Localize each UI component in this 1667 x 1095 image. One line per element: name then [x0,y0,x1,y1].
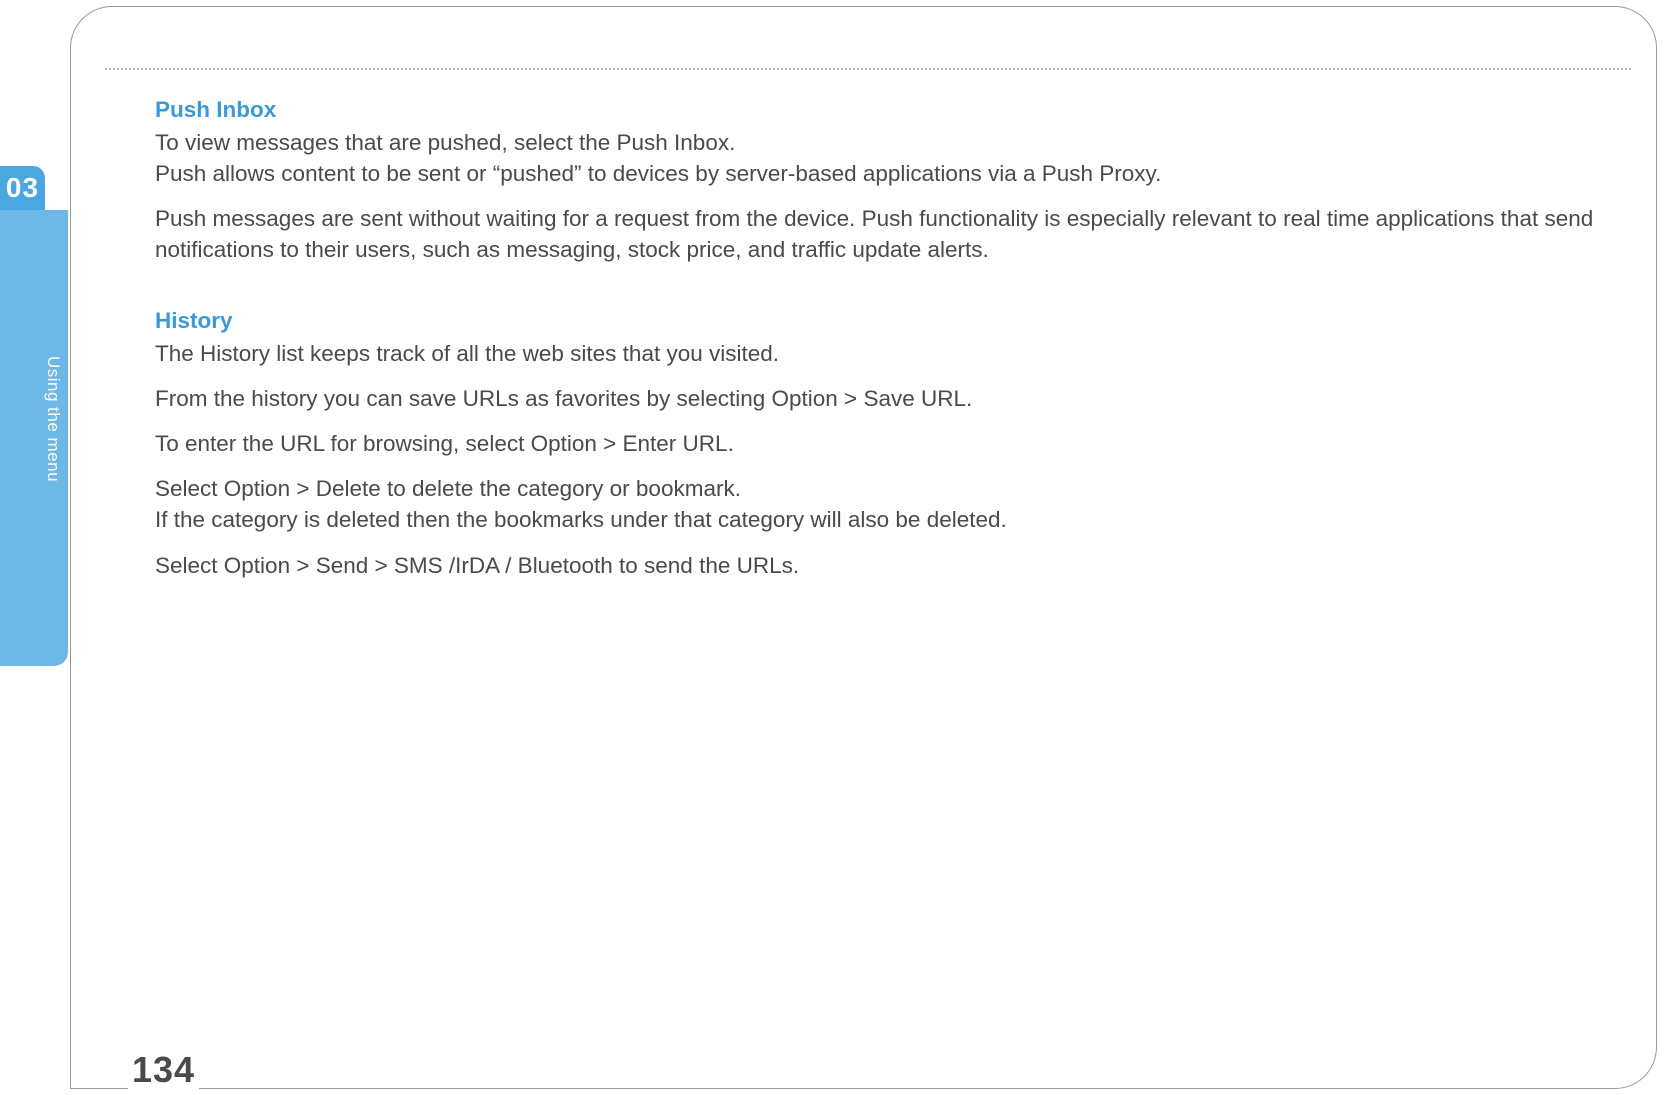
heading-push-inbox: Push Inbox [155,94,1607,125]
body-text: To enter the URL for browsing, select Op… [155,428,1607,459]
body-text: To view messages that are pushed, select… [155,127,1607,158]
body-text: If the category is deleted then the book… [155,504,1607,535]
body-text: Select Option > Send > SMS /IrDA / Bluet… [155,550,1607,581]
side-tab-label: Using the menu [43,356,63,482]
body-text: Push messages are sent without waiting f… [155,203,1607,265]
chapter-number: 03 [6,172,39,203]
side-tab: Using the menu [0,210,68,666]
dotted-divider [105,68,1631,70]
chapter-number-badge: 03 [0,166,45,210]
body-text: The History list keeps track of all the … [155,338,1607,369]
body-text: Push allows content to be sent or “pushe… [155,158,1607,189]
heading-history: History [155,305,1607,336]
body-text: From the history you can save URLs as fa… [155,383,1607,414]
page-number: 134 [128,1049,199,1091]
section-push-inbox: Push Inbox To view messages that are pus… [155,94,1607,265]
body-text: Select Option > Delete to delete the cat… [155,473,1607,504]
page-content: Push Inbox To view messages that are pus… [155,94,1607,609]
section-history: History The History list keeps track of … [155,305,1607,580]
